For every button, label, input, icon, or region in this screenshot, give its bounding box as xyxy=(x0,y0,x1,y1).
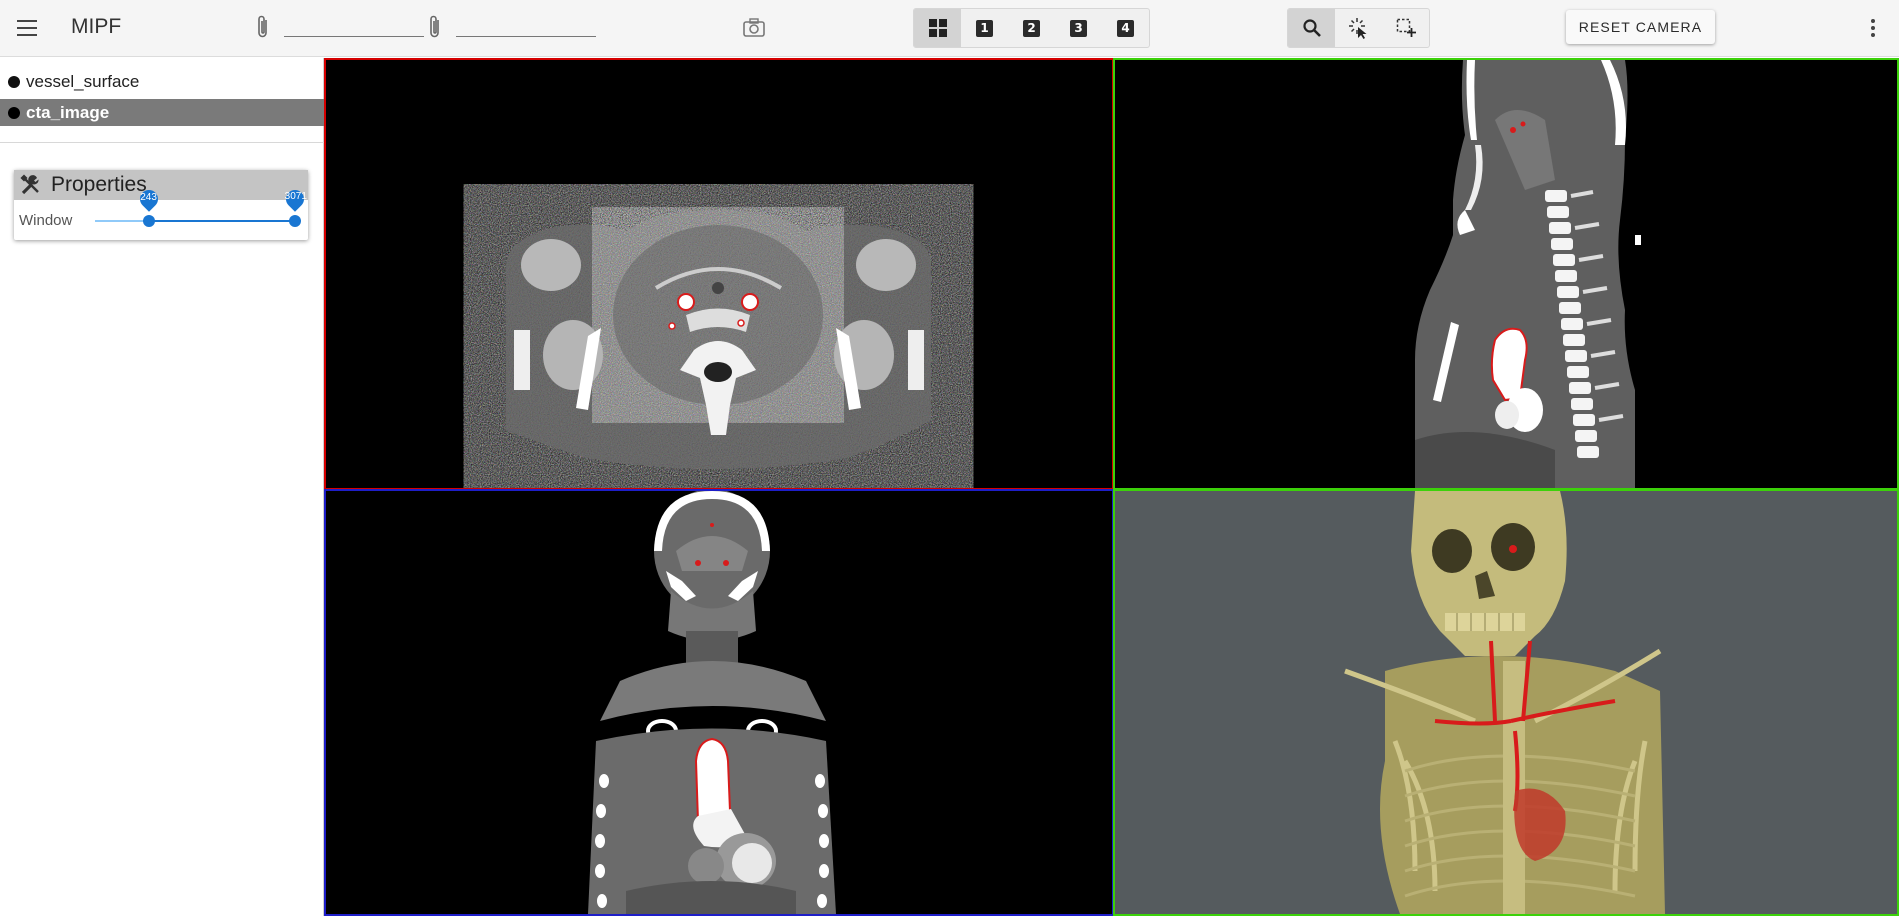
layers-sidebar: vessel_surface cta_image Properties Wind… xyxy=(0,58,324,916)
view-2-icon: 2 xyxy=(1023,19,1040,37)
properties-title: Properties xyxy=(51,173,147,196)
layer-item-vessel-surface[interactable]: vessel_surface xyxy=(0,68,324,95)
box-select-icon xyxy=(1396,18,1416,37)
pointer-tool-button[interactable] xyxy=(1335,9,1382,47)
app-title: MIPF xyxy=(71,15,122,38)
tools-wrench-icon xyxy=(20,174,39,195)
layers-divider xyxy=(0,142,324,143)
screenshot-camera-icon[interactable] xyxy=(740,14,768,42)
visibility-dot-icon[interactable] xyxy=(8,75,20,88)
view-3-icon: 3 xyxy=(1070,19,1087,37)
sagittal-view[interactable] xyxy=(1113,58,1899,490)
reset-camera-button[interactable]: RESET CAMERA xyxy=(1566,10,1715,44)
sagittal-slice-image xyxy=(1415,60,1641,488)
file-input-1[interactable] xyxy=(284,22,424,37)
layer-label: cta_image xyxy=(26,102,110,122)
coronal-slice-image xyxy=(588,491,836,914)
layout-toggle-group: 1 2 3 4 xyxy=(913,8,1150,48)
attach-file-icon[interactable] xyxy=(427,14,443,40)
attach-file-icon[interactable] xyxy=(255,14,271,40)
view-1-icon: 1 xyxy=(976,19,993,37)
box-select-tool-button[interactable] xyxy=(1382,9,1429,47)
grid-layout-button[interactable] xyxy=(914,9,961,47)
properties-panel: Properties Window 243 3071 xyxy=(14,170,308,240)
window-high-value-label: 3071 xyxy=(282,186,308,212)
axial-slice-image xyxy=(506,210,931,469)
layer-item-cta-image[interactable]: cta_image xyxy=(0,99,324,126)
visibility-dot-icon[interactable] xyxy=(8,106,20,119)
3d-render-view[interactable] xyxy=(1113,489,1899,916)
properties-header[interactable]: Properties xyxy=(14,170,308,200)
single-view-4-button[interactable]: 4 xyxy=(1102,9,1149,47)
3d-volume-render-image xyxy=(1344,491,1665,914)
coronal-view[interactable] xyxy=(324,489,1114,916)
single-view-3-button[interactable]: 3 xyxy=(1055,9,1102,47)
single-view-2-button[interactable]: 2 xyxy=(1008,9,1055,47)
zoom-icon xyxy=(1302,19,1321,37)
window-low-handle[interactable] xyxy=(143,215,155,227)
grid-layout-icon xyxy=(928,19,947,37)
more-options-icon[interactable] xyxy=(1866,14,1880,42)
file-input-2[interactable] xyxy=(456,22,596,37)
view-4-icon: 4 xyxy=(1117,19,1134,37)
zoom-tool-button[interactable] xyxy=(1288,9,1335,47)
hamburger-menu-icon[interactable] xyxy=(14,15,40,41)
layer-label: vessel_surface xyxy=(26,71,140,91)
select-pointer-icon xyxy=(1348,18,1366,39)
axial-view[interactable] xyxy=(324,58,1114,490)
window-high-handle[interactable] xyxy=(289,215,301,227)
tool-toggle-group xyxy=(1287,8,1430,48)
single-view-1-button[interactable]: 1 xyxy=(961,9,1008,47)
window-label: Window xyxy=(19,212,73,229)
window-range-fill xyxy=(149,220,295,222)
top-toolbar: MIPF 1 2 3 4 RESET CAMERA xyxy=(0,0,1899,57)
